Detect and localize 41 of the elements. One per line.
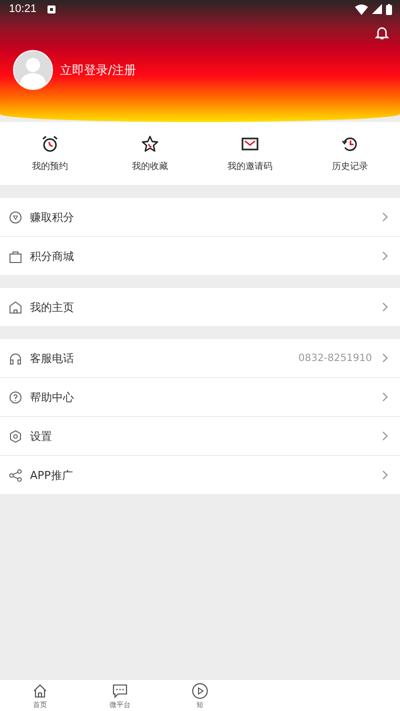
- chevron-right-icon: [382, 392, 388, 402]
- chat-bubble-icon: [112, 683, 128, 699]
- menu-item[interactable]: 客服电话 0832-8251910: [0, 339, 400, 378]
- share-icon: [9, 468, 22, 482]
- signal-icon: [372, 4, 382, 14]
- home-icon: [32, 683, 48, 699]
- chevron-right-icon: [382, 353, 388, 363]
- menu-item[interactable]: 设置: [0, 417, 400, 456]
- bell-icon[interactable]: [375, 26, 389, 40]
- wifi-icon: [355, 4, 368, 14]
- chevron-right-icon: [382, 470, 388, 480]
- play-icon: [192, 683, 208, 699]
- shortcut-button[interactable]: 我的邀请码: [200, 122, 300, 185]
- headset-icon: [9, 352, 22, 364]
- chevron-right-icon: [382, 212, 388, 222]
- avatar-icon[interactable]: [13, 50, 53, 90]
- history-icon: [341, 134, 359, 152]
- battery-icon: [386, 4, 392, 14]
- settings-icon: [9, 430, 22, 442]
- menu-item[interactable]: APP推广: [0, 456, 400, 494]
- status-time: 10:21: [9, 3, 37, 15]
- chevron-right-icon: [382, 251, 388, 261]
- shopping-bag-icon: [9, 250, 22, 262]
- login-link[interactable]: 立即登录/注册: [60, 62, 136, 78]
- star-icon: [141, 134, 159, 152]
- coin-icon: [9, 210, 22, 224]
- menu-item[interactable]: 帮助中心: [0, 378, 400, 417]
- shortcut-button[interactable]: 历史记录: [300, 122, 400, 185]
- chevron-right-icon: [382, 431, 388, 441]
- home-icon: [9, 300, 22, 314]
- menu-item[interactable]: 赚取积分: [0, 198, 400, 237]
- shortcut-button[interactable]: 我的预约: [0, 122, 100, 185]
- envelope-icon: [241, 134, 259, 152]
- phone-number: 0832-8251910: [298, 352, 372, 364]
- menu-item[interactable]: 积分商城: [0, 237, 400, 275]
- alarm-clock-icon: [41, 134, 59, 152]
- help-icon: [9, 390, 22, 404]
- notification-icon: [46, 4, 56, 14]
- menu-item[interactable]: 我的主页: [0, 288, 400, 326]
- chevron-right-icon: [382, 302, 388, 312]
- shortcut-button[interactable]: 我的收藏: [100, 122, 200, 185]
